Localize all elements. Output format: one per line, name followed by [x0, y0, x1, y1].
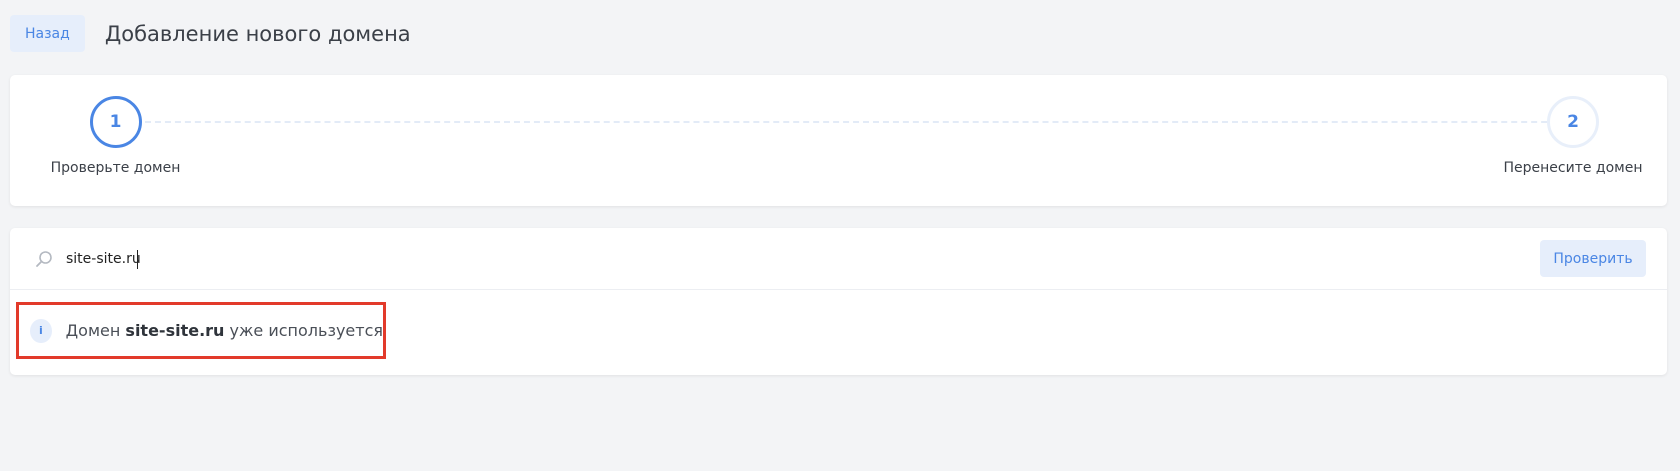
- domain-search-card: Проверить i Домен site-site.ru уже испол…: [10, 228, 1667, 375]
- steps-card: 1 Проверьте домен 2 Перенесите домен: [10, 75, 1667, 206]
- text-caret: [137, 250, 138, 269]
- back-button[interactable]: Назад: [10, 15, 85, 52]
- search-row: Проверить: [10, 228, 1667, 290]
- notice-suffix: уже используется: [224, 321, 383, 340]
- steps-connector: [145, 121, 1597, 123]
- check-button[interactable]: Проверить: [1540, 240, 1646, 277]
- search-icon: [34, 249, 54, 269]
- step-2-label: Перенесите домен: [1503, 160, 1643, 176]
- notice-domain: site-site.ru: [125, 321, 225, 340]
- page-header: Назад Добавление нового домена: [10, 15, 411, 52]
- notice-prefix: Домен: [65, 321, 126, 340]
- step-check-domain: 1 Проверьте домен: [38, 96, 193, 176]
- step-transfer-domain: 2 Перенесите домен: [1503, 96, 1643, 176]
- info-icon: i: [30, 318, 52, 343]
- domain-search-input[interactable]: [66, 244, 1366, 274]
- step-1-circle: 1: [89, 96, 142, 148]
- notice-text: Домен site-site.ru уже используется: [66, 321, 383, 340]
- step-2-circle: 2: [1547, 96, 1599, 148]
- step-1-label: Проверьте домен: [50, 160, 181, 176]
- page-title: Добавление нового домена: [104, 21, 411, 46]
- domain-in-use-notice: i Домен site-site.ru уже используется: [16, 302, 386, 359]
